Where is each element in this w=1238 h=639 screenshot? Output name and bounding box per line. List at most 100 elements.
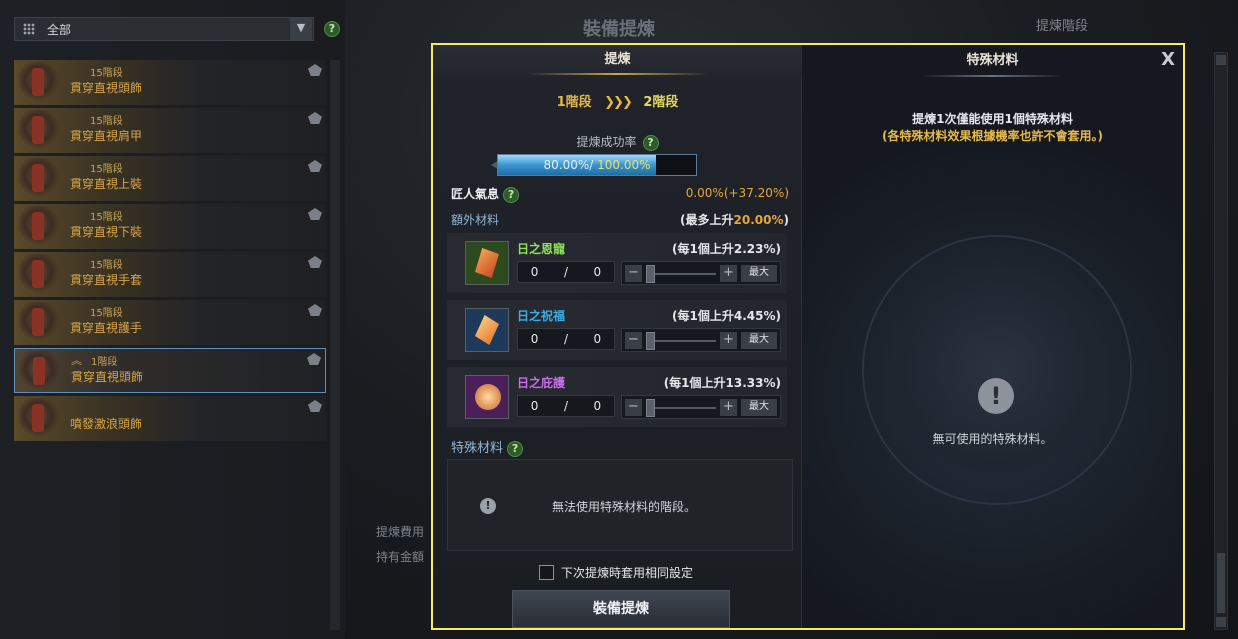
extra-max-bonus: (最多上升20.00%): [680, 211, 789, 228]
same-setting-checkbox-row[interactable]: 下次提煉時套用相同設定: [539, 564, 693, 581]
list-item[interactable]: 15階段 貫穿直視下裝: [14, 204, 326, 249]
plus-button[interactable]: +: [720, 265, 737, 282]
equipment-list: 15階段 貫穿直視頭飾 15階段 貫穿直視肩甲 15階段 貫穿直視上裝 15階段…: [14, 60, 326, 444]
scroll-up-icon[interactable]: [1216, 55, 1226, 65]
slider-track[interactable]: [646, 273, 716, 275]
help-icon[interactable]: ?: [503, 186, 520, 203]
material-count: 0 / 0: [517, 261, 615, 283]
armor-type-icon: [308, 304, 322, 316]
success-rate-label: 提煉成功率?: [433, 133, 802, 151]
material-icon[interactable]: [465, 308, 509, 352]
item-name: 貫穿直視頭飾: [70, 81, 143, 95]
max-button[interactable]: 最大: [741, 399, 777, 416]
item-name: 貫穿直視頭飾: [71, 370, 144, 384]
plus-button[interactable]: +: [720, 399, 737, 416]
minus-button[interactable]: −: [625, 265, 642, 282]
list-item[interactable]: 15階段 貫穿直視肩甲: [14, 108, 326, 153]
material-count: 0 / 0: [517, 395, 615, 417]
gem-icon: [475, 384, 501, 410]
quantity-slider[interactable]: − + 最大: [621, 261, 781, 285]
same-setting-checkbox[interactable]: [539, 565, 554, 580]
refine-panel: 提煉 1階段 ❯❯❯ 2階段 提煉成功率? 80.00%/ 100.00% 匠人…: [433, 45, 802, 628]
slider-track[interactable]: [646, 407, 716, 409]
extra-max-prefix: (最多上升: [680, 213, 734, 227]
special-material-slot: ! 無法使用特殊材料的階段。: [447, 459, 793, 551]
count-owned: 0: [593, 399, 602, 413]
help-icon[interactable]: ?: [507, 440, 524, 457]
armor-type-icon: [308, 256, 322, 268]
special-message: 無法使用特殊材料的階段。: [552, 500, 697, 514]
item-name: 貫穿直視護手: [70, 321, 143, 335]
slider-handle[interactable]: [646, 332, 655, 350]
gold-label: 持有金額: [376, 550, 425, 564]
craftsman-label: 匠人氣息?: [451, 185, 520, 203]
count-sep: /: [563, 332, 568, 346]
list-item[interactable]: 噴發激浪頭飾: [14, 396, 326, 441]
scrollbar[interactable]: [1214, 52, 1228, 630]
success-rate-text: 提煉成功率: [576, 135, 637, 149]
material-icon[interactable]: [465, 375, 509, 419]
list-item-selected[interactable]: ︽ 1階段 貫穿直視頭飾: [14, 348, 326, 393]
same-setting-label: 下次提煉時套用相同設定: [561, 566, 694, 580]
minus-button[interactable]: −: [625, 332, 642, 349]
armor-type-icon: [308, 208, 322, 220]
chevron-down-icon[interactable]: ▼: [290, 18, 312, 40]
refine-button[interactable]: 裝備提煉: [512, 590, 730, 628]
warning-icon: !: [978, 378, 1014, 414]
filter-value: 全部: [47, 22, 72, 37]
item-name: 貫穿直視下裝: [70, 225, 143, 239]
slider-handle[interactable]: [646, 265, 655, 283]
material-icon[interactable]: [465, 241, 509, 285]
item-stage: 15階段: [90, 260, 123, 271]
success-rate-bar: 80.00%/ 100.00%: [491, 151, 741, 179]
plus-button[interactable]: +: [720, 332, 737, 349]
count-sep: /: [563, 399, 568, 413]
help-icon[interactable]: ?: [642, 134, 659, 151]
to-stage: 2階段: [643, 95, 679, 110]
grid-icon: [23, 23, 35, 35]
list-item[interactable]: 15階段 貫穿直視頭飾: [14, 60, 326, 105]
item-thumbnail: [18, 110, 58, 150]
extra-max-suffix: ): [783, 213, 789, 227]
item-thumbnail: [18, 158, 58, 198]
material-row: 日之恩寵 (每1個上升2.23%) 0 / 0 − + 最大: [447, 233, 787, 293]
rate-bar-track: 80.00%/ 100.00%: [497, 154, 697, 176]
list-item[interactable]: 15階段 貫穿直視手套: [14, 252, 326, 297]
quantity-slider[interactable]: − + 最大: [621, 395, 781, 419]
count-used: 0: [530, 399, 539, 413]
close-icon[interactable]: X: [1161, 49, 1175, 70]
item-name: 貫穿直視肩甲: [70, 129, 143, 143]
material-name: 日之祝福: [517, 309, 566, 323]
count-used: 0: [530, 265, 539, 279]
rate-current: 80.00%: [543, 158, 590, 172]
material-bonus: (每1個上升2.23%): [672, 242, 781, 256]
armor-type-icon: [308, 160, 322, 172]
special-panel-title: 特殊材料: [802, 45, 1183, 79]
tab-refine-stage[interactable]: 提煉階段: [1036, 15, 1088, 34]
lock-icon: [308, 400, 322, 412]
help-icon[interactable]: ?: [324, 21, 340, 37]
from-stage: 1階段: [556, 95, 592, 110]
list-item[interactable]: 15階段 貫穿直視護手: [14, 300, 326, 345]
empty-message: 無可使用的特殊材料。: [932, 432, 1053, 446]
material-bonus: (每1個上升13.33%): [663, 376, 781, 390]
item-stage: 1階段: [91, 357, 118, 368]
max-button[interactable]: 最大: [741, 265, 777, 282]
scroll-thumb[interactable]: [1217, 553, 1225, 613]
list-item[interactable]: 15階段 貫穿直視上裝: [14, 156, 326, 201]
slider-handle[interactable]: [646, 399, 655, 417]
max-button[interactable]: 最大: [741, 332, 777, 349]
minus-button[interactable]: −: [625, 399, 642, 416]
scroll-down-icon[interactable]: [1216, 617, 1226, 627]
info-line-2: (各特殊材料效果根據機率也許不會套用。): [882, 129, 1103, 143]
item-name: 貫穿直視上裝: [70, 177, 143, 191]
count-used: 0: [530, 332, 539, 346]
quantity-slider[interactable]: − + 最大: [621, 328, 781, 352]
armor-type-icon: [308, 64, 322, 76]
filter-dropdown[interactable]: 全部 ▼: [14, 17, 314, 41]
list-scrollbar[interactable]: [330, 60, 340, 630]
item-thumbnail: [19, 351, 59, 391]
item-thumbnail: [18, 206, 58, 246]
slider-track[interactable]: [646, 340, 716, 342]
material-row: 日之祝福 (每1個上升4.45%) 0 / 0 − + 最大: [447, 300, 787, 360]
